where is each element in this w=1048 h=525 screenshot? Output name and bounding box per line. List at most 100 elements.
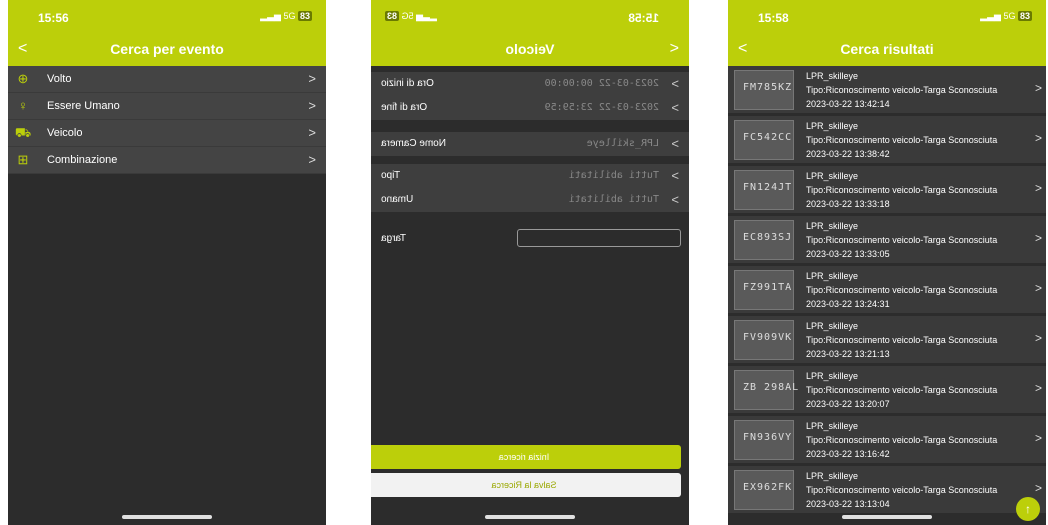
phone-screen-search-by-event: 15:56 ▂▃▅ 5G 83 < Cerca per evento ⊕ Vol… [8, 0, 326, 525]
network-label: 5G [1003, 11, 1016, 21]
menu-item-label: Essere Umano [47, 100, 120, 112]
chevron-right-icon: > [308, 152, 316, 167]
phone-screen-search-results: 15:58 ▂▃▅ 5G 83 < Cerca risultati FM785K… [728, 0, 1046, 525]
page-title: Cerca risultati [840, 41, 934, 57]
chevron-right-icon: > [308, 125, 316, 140]
phone-screen-vehicle-search: 15:58 ▂▃▅ 5G 83 < Veicolo Ora di inizio … [371, 0, 689, 525]
result-time: 2023-03-22 13:24:31 [806, 299, 890, 309]
result-time: 2023-03-22 13:38:42 [806, 149, 890, 159]
status-time: 15:56 [38, 11, 69, 25]
result-camera: LPR_skilleye [806, 171, 859, 181]
plate-text: FC542CC [743, 132, 793, 143]
result-item[interactable]: FM785KZ LPR_skilleye Tipo:Riconoscimento v… [728, 66, 1046, 116]
result-camera: LPR_skilleye [806, 271, 859, 281]
nav-bar: < Cerca risultati [728, 34, 1046, 66]
type-row[interactable]: Tipo Tutti abilitati > [371, 164, 689, 188]
home-indicator [842, 515, 932, 519]
result-type: Tipo:Riconoscimento veicolo-Targa Sconos… [806, 135, 998, 145]
end-time-value: 2023-03-22 23:59:59 [544, 102, 659, 113]
face-icon: ⊕ [17, 71, 29, 86]
result-camera: LPR_skilleye [806, 321, 859, 331]
plate-thumbnail: FM785KZ [734, 70, 794, 110]
result-camera: LPR_skilleye [806, 371, 859, 381]
result-type: Tipo:Riconoscimento veicolo-Targa Sconos… [806, 285, 998, 295]
plate-text: FV909VK [743, 332, 793, 343]
result-item[interactable]: FV909VK LPR_skilleye Tipo:Riconoscimento v… [728, 316, 1046, 366]
chevron-icon: > [671, 192, 679, 207]
chevron-right-icon: > [1034, 431, 1042, 445]
menu-item-combination[interactable]: ⊞ Combinazione > [8, 147, 326, 174]
save-search-button[interactable]: Salva la Ricerca [371, 473, 681, 497]
page-title: Veicolo [505, 41, 555, 57]
result-camera: LPR_skilleye [806, 121, 859, 131]
time-range-group: Ora di inizio 2023-03-22 00:00:00 > Ora … [371, 72, 689, 120]
plate-thumbnail: EC893SJ [734, 220, 794, 260]
start-time-label: Ora di inizio [381, 78, 434, 89]
start-search-button[interactable]: Inizia ricerca [371, 445, 681, 469]
chevron-right-icon: > [308, 71, 316, 86]
result-time: 2023-03-22 13:13:04 [806, 499, 890, 509]
result-time: 2023-03-22 13:33:18 [806, 199, 890, 209]
status-indicators: ▂▃▅ 5G 83 [980, 11, 1032, 22]
result-type: Tipo:Riconoscimento veicolo-Targa Sconos… [806, 85, 998, 95]
event-type-list: ⊕ Volto > ♀ Essere Umano > ⛟ Veicolo > ⊞… [8, 66, 326, 174]
scroll-to-top-button[interactable]: ↑ [1016, 497, 1040, 521]
status-bar: 15:58 ▂▃▅ 5G 83 [728, 0, 1046, 34]
result-item[interactable]: FN124JT LPR_skilleye Tipo:Riconoscimento v… [728, 166, 1046, 216]
menu-item-label: Volto [47, 73, 72, 85]
status-bar: 15:58 ▂▃▅ 5G 83 [371, 0, 689, 34]
human-row[interactable]: Umano Tutti abilitati > [371, 188, 689, 212]
page-title: Cerca per evento [110, 41, 224, 57]
signal-icon: ▂▃▅ [260, 11, 281, 21]
result-camera: LPR_skilleye [806, 421, 859, 431]
result-item[interactable]: ZB 298AL LPR_skilleye Tipo:Riconoscimento … [728, 366, 1046, 416]
result-time: 2023-03-22 13:16:42 [806, 449, 890, 459]
chevron-right-icon: > [308, 98, 316, 113]
menu-item-face[interactable]: ⊕ Volto > [8, 66, 326, 93]
chevron-right-icon: > [1034, 481, 1042, 495]
menu-item-human[interactable]: ♀ Essere Umano > [8, 93, 326, 120]
result-item[interactable]: FN936VY LPR_skilleye Tipo:Riconoscimento v… [728, 416, 1046, 466]
human-label: Umano [381, 194, 414, 205]
network-label: 5G [401, 11, 414, 21]
end-time-row[interactable]: Ora di fine 2023-03-22 23:59:59 > [371, 96, 689, 120]
plate-thumbnail: FC542CC [734, 120, 794, 160]
result-item[interactable]: FC542CC LPR_skilleye Tipo:Riconoscimento v… [728, 116, 1046, 166]
result-type: Tipo:Riconoscimento veicolo-Targa Sconos… [806, 435, 998, 445]
chevron-right-icon: > [1034, 131, 1042, 145]
result-time: 2023-03-22 13:21:13 [806, 349, 890, 359]
start-time-value: 2023-03-22 00:00:00 [544, 78, 659, 89]
chevron-icon: > [671, 136, 679, 151]
chevron-right-icon: > [1034, 181, 1042, 195]
result-item[interactable]: EC893SJ LPR_skilleye Tipo:Riconoscimento v… [728, 216, 1046, 266]
nav-bar: < Veicolo [371, 34, 689, 66]
plate-thumbnail: ZB 298AL [734, 370, 798, 410]
camera-row[interactable]: Nome Camera LPR_skilleye > [371, 132, 689, 156]
chevron-icon: > [671, 100, 679, 115]
status-time: 15:58 [628, 11, 659, 25]
start-time-row[interactable]: Ora di inizio 2023-03-22 00:00:00 > [371, 72, 689, 96]
plate-input[interactable] [517, 229, 681, 247]
car-icon: ⛟ [14, 125, 32, 140]
result-type: Tipo:Riconoscimento veicolo-Targa Sconos… [806, 235, 998, 245]
plate-text: EX962FK [743, 482, 793, 493]
result-time: 2023-03-22 13:20:07 [806, 399, 890, 409]
chevron-right-icon: > [1034, 281, 1042, 295]
result-type: Tipo:Riconoscimento veicolo-Targa Sconos… [806, 385, 998, 395]
plate-text: FZ991TA [743, 282, 793, 293]
result-camera: LPR_skilleye [806, 221, 859, 231]
result-camera: LPR_skilleye [806, 471, 859, 481]
filter-group: Tipo Tutti abilitati > Umano Tutti abili… [371, 164, 689, 212]
status-time: 15:58 [758, 11, 789, 25]
plate-thumbnail: FV909VK [734, 320, 794, 360]
camera-value: LPR_skilleye [586, 138, 659, 149]
signal-icon: ▂▃▅ [980, 11, 1001, 21]
chevron-right-icon: > [1034, 231, 1042, 245]
menu-item-vehicle[interactable]: ⛟ Veicolo > [8, 120, 326, 147]
status-bar: 15:56 ▂▃▅ 5G 83 [8, 0, 326, 34]
result-item[interactable]: FZ991TA LPR_skilleye Tipo:Riconoscimento v… [728, 266, 1046, 316]
result-item[interactable]: EX962FK LPR_skilleye Tipo:Riconoscimento v… [728, 466, 1046, 516]
home-indicator [122, 515, 212, 519]
plate-text: EC893SJ [743, 232, 793, 243]
camera-label: Nome Camera [381, 138, 447, 149]
